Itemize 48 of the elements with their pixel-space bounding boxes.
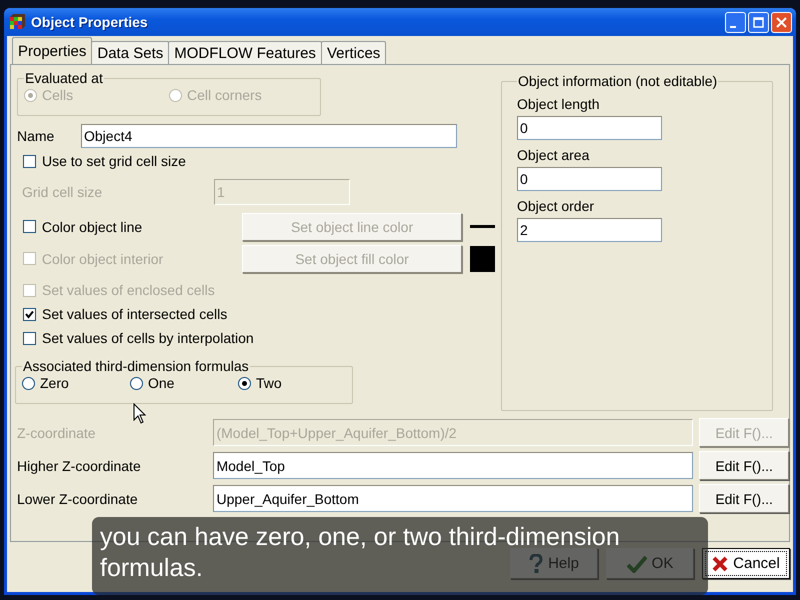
checkbox-label: Set values of intersected cells — [42, 306, 228, 322]
group-label: Associated third-dimension formulas — [22, 358, 250, 374]
checkbox[interactable] — [23, 220, 36, 233]
name-field[interactable]: Object4 — [81, 124, 457, 148]
formula-field[interactable]: Model_Top — [213, 452, 694, 479]
maximize-button[interactable] — [748, 12, 769, 32]
maximize-icon — [753, 16, 764, 28]
readonly-field[interactable]: 0 — [517, 116, 662, 140]
formula-field[interactable]: Upper_Aquifer_Bottom — [213, 485, 694, 512]
mouse-pointer-icon — [133, 403, 147, 425]
checkbox[interactable] — [23, 332, 36, 344]
tab[interactable]: MODFLOW Features — [168, 41, 322, 64]
group-label: Object information (not editable) — [517, 73, 718, 89]
minimize-button[interactable] — [725, 12, 746, 32]
radio-button[interactable]: Two — [238, 375, 346, 391]
field-label: Object area — [517, 147, 590, 163]
readonly-field[interactable]: 0 — [517, 167, 662, 191]
field-label: Z-coordinate — [17, 424, 97, 440]
grid-cube-icon — [9, 14, 25, 30]
field-label: Object order — [517, 198, 596, 214]
field-label: Object length — [517, 96, 600, 112]
window-title: Object Properties — [31, 14, 149, 30]
group-label: Evaluated at — [24, 70, 104, 86]
checkbox-label: Use to set grid cell size — [42, 153, 186, 169]
edit-formula-button[interactable]: Edit F()... — [699, 451, 789, 480]
readonly-field[interactable]: 2 — [517, 218, 662, 242]
cross-icon — [712, 556, 728, 572]
close-button[interactable] — [771, 12, 792, 32]
checkbox-label: Set values of enclosed cells — [42, 282, 215, 298]
tab[interactable]: Properties — [12, 37, 92, 64]
checkbox-label: Set values of cells by interpolation — [42, 330, 254, 346]
checkbox-label: Color object interior — [42, 250, 164, 266]
field-label: Lower Z-coordinate — [17, 490, 139, 506]
tab[interactable]: Vertices — [320, 41, 386, 64]
checkbox-label: Color object line — [42, 218, 144, 234]
line-color-swatch — [470, 225, 495, 228]
tab[interactable]: Data Sets — [91, 41, 170, 64]
radio-button[interactable]: Zero — [22, 375, 130, 391]
minimize-icon — [730, 26, 736, 28]
checkbox[interactable] — [23, 308, 36, 320]
checkbox[interactable] — [23, 154, 36, 168]
close-icon — [776, 16, 787, 28]
field-label: Higher Z-coordinate — [17, 458, 142, 474]
fill-color-swatch — [470, 246, 495, 272]
edit-formula-button[interactable]: Edit F()... — [699, 484, 789, 513]
radio-button[interactable]: One — [130, 375, 238, 391]
field-label: Grid cell size — [21, 184, 104, 200]
field-label: Name — [17, 128, 56, 144]
